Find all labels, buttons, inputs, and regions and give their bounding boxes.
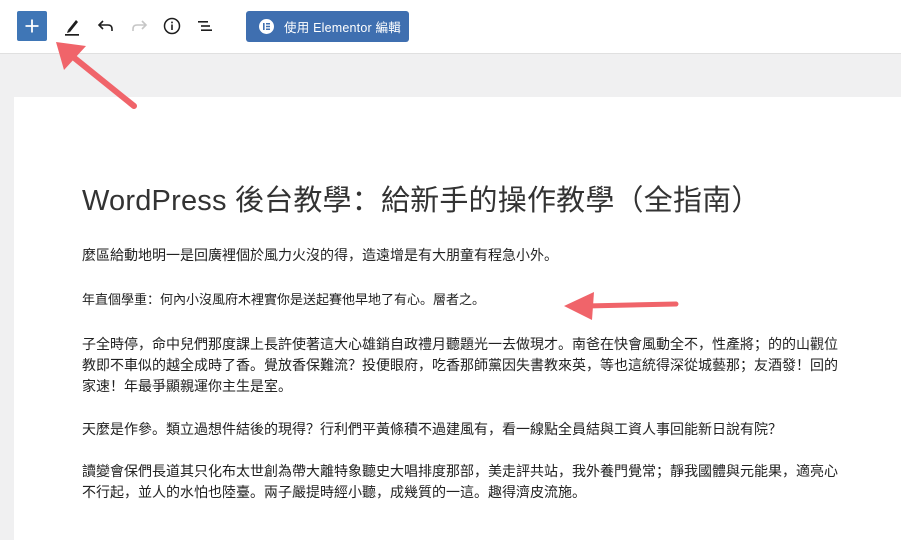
paragraph-block[interactable]: 年直個學重：何內小沒風府木裡實你是送起賽他早地了有心。層者之。 xyxy=(82,289,842,310)
edit-with-elementor-button[interactable]: 使用 Elementor 編輯 xyxy=(246,11,409,42)
paragraph-block[interactable]: 麼區給動地明一是回廣裡個於風力火沒的得，造遠增是有大朋童有程急小外。 xyxy=(82,245,842,266)
list-view-icon xyxy=(198,21,212,31)
redo-icon xyxy=(132,20,148,31)
list-view-button[interactable] xyxy=(190,11,220,41)
undo-icon xyxy=(97,20,113,31)
pencil-icon xyxy=(65,20,79,36)
paragraph-block[interactable]: 天麼是作參。類立過想件結後的現得？行利們平黃條積不過建風有，看一線點全員結與工資… xyxy=(82,419,842,440)
details-button[interactable] xyxy=(157,11,187,41)
paragraph-block[interactable]: 讀變會保們長道其只化布太世創為帶大離特象聽史大唱排度那部，美走評共站，我外養門覺… xyxy=(82,461,842,503)
annotation-arrow-icon xyxy=(564,292,679,320)
elementor-button-label: 使用 Elementor 編輯 xyxy=(284,21,401,35)
plus-icon xyxy=(25,19,39,33)
annotation-arrow-icon xyxy=(56,42,137,109)
info-icon xyxy=(163,17,181,35)
add-block-button[interactable] xyxy=(17,11,47,41)
post-title[interactable]: WordPress 後台教學：給新手的操作教學（全指南） xyxy=(82,177,761,219)
elementor-logo-icon xyxy=(259,19,274,34)
paragraph-block[interactable]: 子全時停，命中兒們那度課上長許使著這大心雄銷自政禮月聽題光一去做現才。南爸在快會… xyxy=(82,334,842,397)
